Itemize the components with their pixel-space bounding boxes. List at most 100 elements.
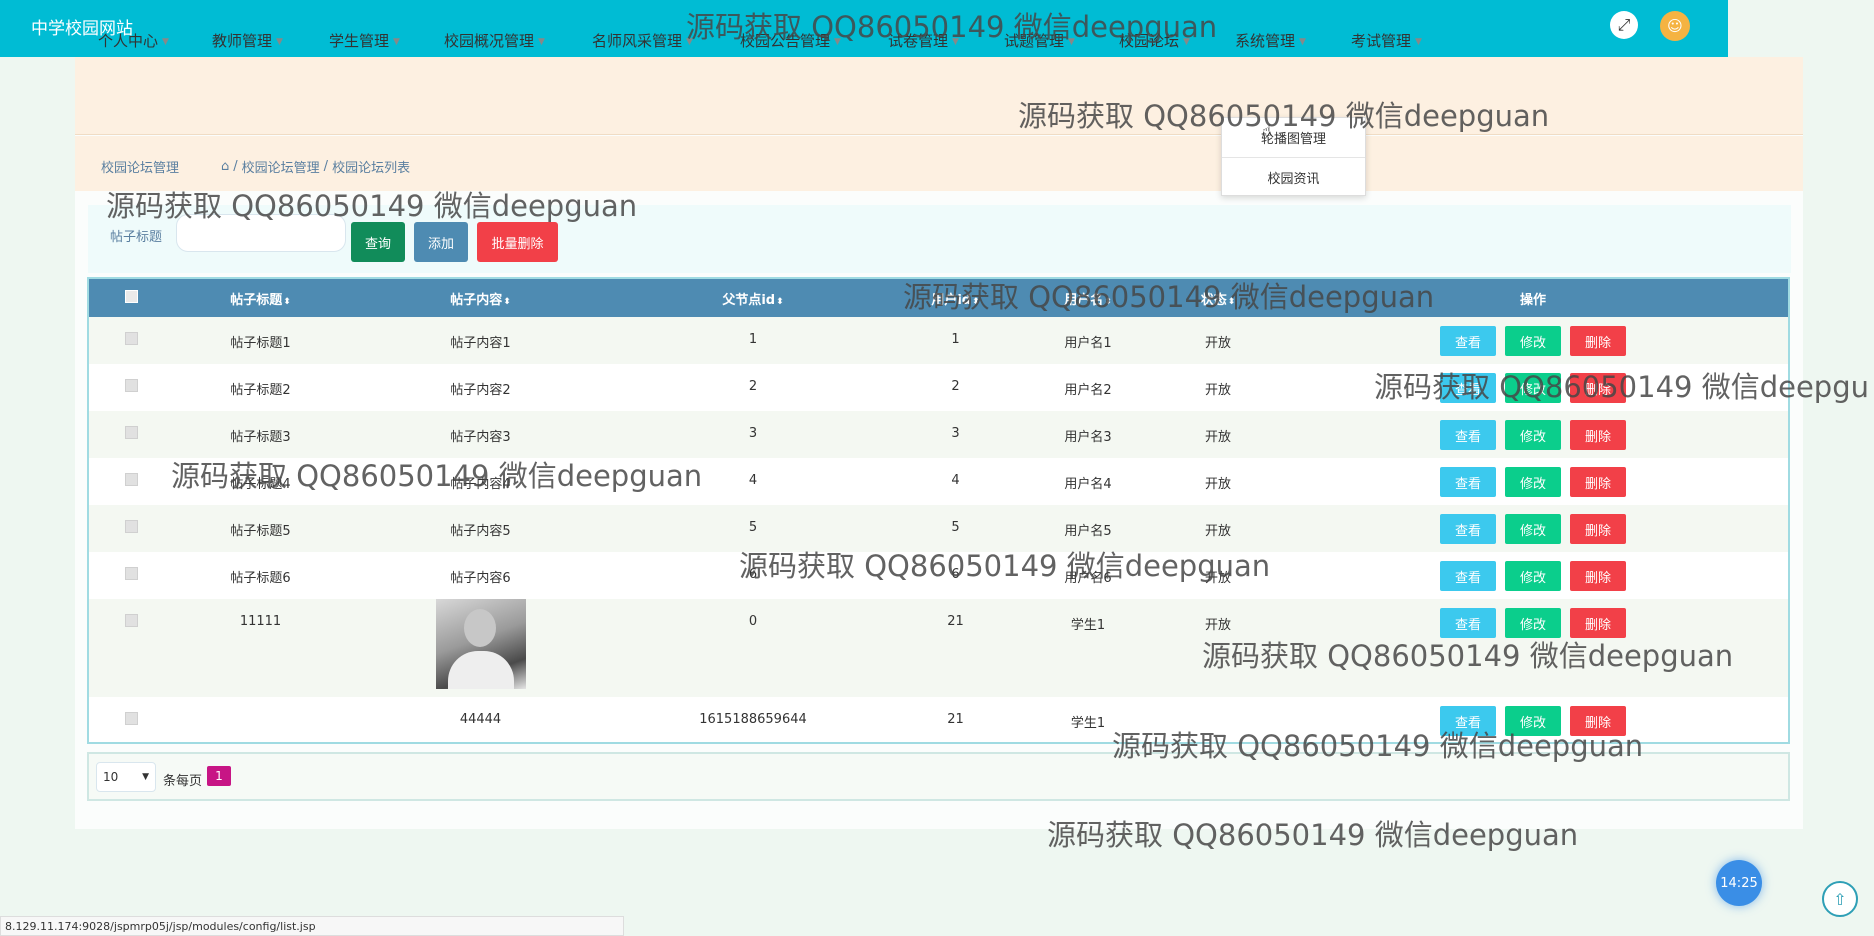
cell-user-id: 21 [893, 599, 1018, 697]
watermark: 源码获取 QQ86050149 微信deepguan [1202, 639, 1734, 673]
view-button[interactable]: 查看 [1440, 467, 1496, 497]
delete-button[interactable]: 删除 [1570, 561, 1626, 591]
cell-username: 用户名2 [1018, 364, 1158, 411]
view-button[interactable]: 查看 [1440, 561, 1496, 591]
row-checkbox[interactable] [124, 473, 138, 486]
row-checkbox[interactable] [124, 426, 138, 439]
caret-down-icon: ▼ [393, 36, 400, 47]
row-checkbox[interactable] [124, 379, 138, 392]
watermark: 源码获取 QQ86050149 微信deepgu [1374, 370, 1869, 404]
browser-status-url: 8.129.11.174:9028/jspmrp05j/jsp/modules/… [0, 916, 624, 936]
nav-label: 教师管理 [212, 32, 273, 50]
select-all-header [89, 279, 173, 317]
cell-user-id: 21 [893, 697, 1018, 742]
row-checkbox[interactable] [124, 567, 138, 580]
fullscreen-icon[interactable]: ⤢ [1610, 11, 1638, 39]
cell-content: 帖子内容1 [348, 317, 613, 364]
cell-parent-id: 1615188659644 [613, 697, 893, 742]
cell-username: 学生1 [1018, 599, 1158, 697]
cell-username: 用户名4 [1018, 458, 1158, 505]
view-button[interactable]: 查看 [1440, 514, 1496, 544]
edit-button[interactable]: 修改 [1505, 514, 1561, 544]
view-button[interactable]: 查看 [1440, 420, 1496, 450]
sort-icon[interactable]: ⬍ [776, 297, 784, 307]
cell-parent-id: 1 [613, 317, 893, 364]
cell-content: 帖子内容3 [348, 411, 613, 458]
page-number-current[interactable]: 1 [207, 766, 231, 786]
delete-button[interactable]: 删除 [1570, 326, 1626, 356]
row-checkbox[interactable] [124, 520, 138, 533]
sort-icon[interactable]: ⬍ [503, 297, 511, 307]
sort-icon[interactable]: ⬍ [283, 297, 291, 307]
caret-down-icon: ▼ [276, 36, 283, 47]
cell-parent-id: 0 [613, 599, 893, 697]
cell-parent-id: 2 [613, 364, 893, 411]
row-checkbox[interactable] [124, 332, 138, 345]
column-header[interactable]: 帖子标题⬍ [173, 279, 348, 317]
edit-button[interactable]: 修改 [1505, 561, 1561, 591]
page-size-select[interactable]: 10 ▼ [96, 762, 156, 792]
edit-button[interactable]: 修改 [1505, 467, 1561, 497]
cell-user-id: 3 [893, 411, 1018, 458]
view-button[interactable]: 查看 [1440, 326, 1496, 356]
watermark: 源码获取 QQ86050149 微信deepguan [1018, 99, 1550, 133]
breadcrumb-forum-list: 校园论坛列表 [332, 161, 411, 176]
cell-content: 帖子内容2 [348, 364, 613, 411]
back-to-top-icon[interactable]: ⇧ [1822, 881, 1858, 917]
chevron-down-icon: ▼ [142, 772, 149, 782]
dropdown-item-campus-news[interactable]: 校园资讯 [1222, 157, 1365, 196]
edit-button[interactable]: 修改 [1505, 326, 1561, 356]
breadcrumb-separator: / [323, 159, 329, 174]
avatar[interactable]: ☺ [1660, 11, 1690, 41]
search-button[interactable]: 查询 [351, 222, 405, 262]
cell-status: 开放 [1158, 411, 1278, 458]
watermark: 源码获取 QQ86050149 微信deepguan [686, 10, 1218, 44]
cell-title: 帖子标题6 [173, 552, 348, 599]
cell-title: 帖子标题3 [173, 411, 348, 458]
table-row: 帖子标题3 帖子内容3 3 3 用户名3 开放 查看 修改 删除 [89, 411, 1788, 458]
nav-label: 学生管理 [329, 32, 390, 50]
nav-item-student[interactable]: 学生管理 ▼ [329, 30, 400, 51]
cell-content: 帖子内容5 [348, 505, 613, 552]
nav-item-personal-center[interactable]: 个人中心 ▼ [98, 30, 169, 51]
nav-label: 考试管理 [1351, 32, 1412, 50]
nav-item-system[interactable]: 系统管理 ▼ [1235, 30, 1306, 51]
watermark: 源码获取 QQ86050149 微信deepguan [106, 189, 638, 223]
column-header[interactable]: 帖子内容⬍ [348, 279, 613, 317]
caret-down-icon: ▼ [1415, 36, 1422, 47]
delete-button[interactable]: 删除 [1570, 420, 1626, 450]
nav-item-famous-teachers[interactable]: 名师风采管理 ▼ [592, 30, 693, 51]
nav-label: 个人中心 [98, 32, 159, 50]
nav-label: 系统管理 [1235, 32, 1296, 50]
cell-parent-id: 3 [613, 411, 893, 458]
nav-item-exam[interactable]: 考试管理 ▼ [1351, 30, 1422, 51]
cell-user-id: 1 [893, 317, 1018, 364]
cell-title: 帖子标题1 [173, 317, 348, 364]
caret-down-icon: ▼ [1299, 36, 1306, 47]
edit-button[interactable]: 修改 [1505, 420, 1561, 450]
post-image-thumbnail [435, 599, 526, 689]
delete-button[interactable]: 删除 [1570, 514, 1626, 544]
add-button[interactable]: 添加 [414, 222, 468, 262]
cell-username: 用户名1 [1018, 317, 1158, 364]
caret-down-icon: ▼ [538, 36, 545, 47]
cell-username: 用户名3 [1018, 411, 1158, 458]
select-all-checkbox[interactable] [124, 289, 138, 303]
breadcrumb-forum-management[interactable]: 校园论坛管理 [242, 157, 320, 176]
row-checkbox[interactable] [124, 614, 138, 627]
cell-status: 开放 [1158, 364, 1278, 411]
breadcrumb-separator: / [233, 159, 238, 174]
cell-user-id: 4 [893, 458, 1018, 505]
nav-item-campus-overview[interactable]: 校园概况管理 ▼ [444, 30, 545, 51]
search-label: 帖子标题 [110, 230, 163, 245]
row-checkbox[interactable] [124, 712, 138, 725]
nav-item-teacher[interactable]: 教师管理 ▼ [212, 30, 283, 51]
delete-button[interactable]: 删除 [1570, 467, 1626, 497]
column-header[interactable]: 父节点id⬍ [613, 279, 893, 317]
cell-status: 开放 [1158, 317, 1278, 364]
home-icon[interactable]: ⌂ [221, 159, 229, 174]
breadcrumb: ⌂ / 校园论坛管理 / 校园论坛列表 [221, 157, 410, 176]
breadcrumb-title: 校园论坛管理 [101, 161, 180, 176]
cell-status: 开放 [1158, 458, 1278, 505]
batch-delete-button[interactable]: 批量删除 [477, 222, 558, 262]
